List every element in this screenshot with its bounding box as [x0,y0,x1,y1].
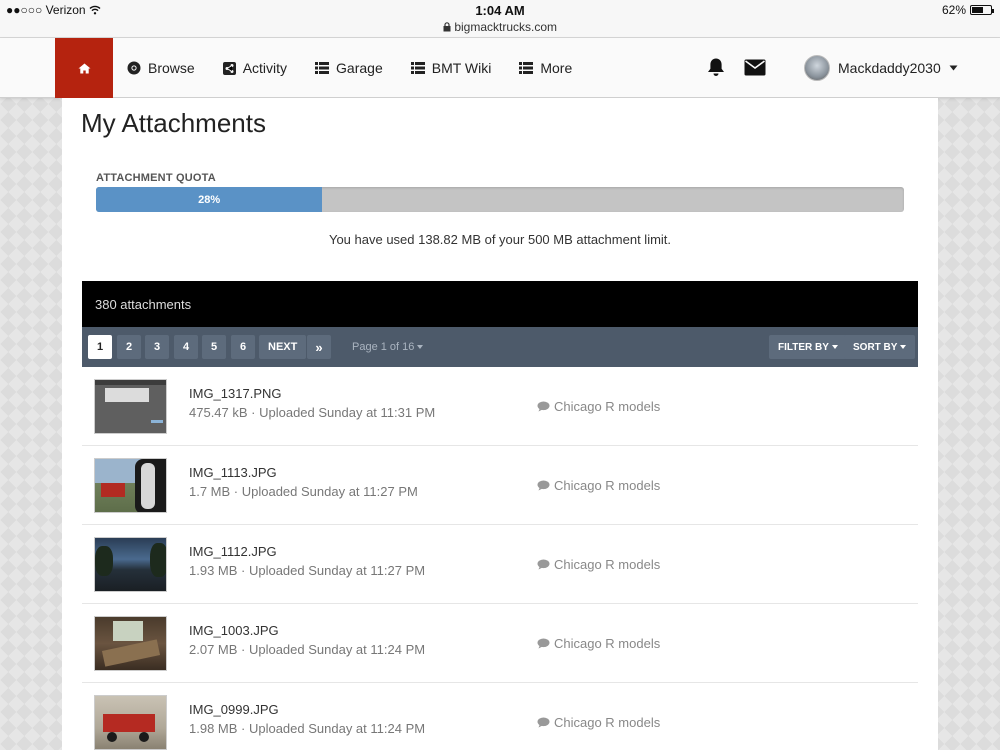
url-bar[interactable]: bigmacktrucks.com [0,20,1000,34]
attachment-filename[interactable]: IMG_1003.JPG [189,623,279,638]
bell-icon [708,58,724,76]
attachment-thumbnail[interactable] [94,537,167,592]
home-icon [78,63,90,73]
chevron-down-icon [949,65,958,71]
attachment-meta: 1.93 MB · Uploaded Sunday at 11:27 PM [189,563,426,578]
clock: 1:04 AM [475,3,525,18]
last-page-button[interactable]: » [307,335,331,359]
quota-percent: 28% [198,193,221,206]
comment-icon [537,401,550,412]
caret-down-icon [417,345,424,350]
attachment-row: IMG_1113.JPG 1.7 MB · Uploaded Sunday at… [82,446,918,525]
battery-icon [970,5,994,15]
sort-by-button[interactable]: SORT BY [844,335,916,359]
attachments-count-header: 380 attachments [82,281,918,327]
quota-label: ATTACHMENT QUOTA [96,172,216,184]
main-nav: Browse Activity Garage BMT Wiki More Mac… [0,38,1000,98]
page-title: My Attachments [81,108,266,138]
page-2-button[interactable]: 2 [117,335,141,359]
list-icon [519,62,534,74]
attachments-list: IMG_1317.PNG 475.47 kB · Uploaded Sunday… [82,367,918,750]
url-text: bigmacktrucks.com [454,20,558,34]
attachment-topic-link[interactable]: Chicago R models [537,715,660,730]
attachment-filename[interactable]: IMG_1112.JPG [189,544,277,559]
nav-bmt-wiki[interactable]: BMT Wiki [410,60,491,76]
comment-icon [537,559,550,570]
page-jump-dropdown[interactable]: Page 1 of 16 [352,341,424,353]
quota-progress-fill: 28% [96,187,323,212]
attachment-topic-link[interactable]: Chicago R models [537,557,660,572]
list-icon [410,62,425,74]
attachment-thumbnail[interactable] [94,458,167,513]
attachment-topic-link[interactable]: Chicago R models [537,636,660,651]
next-page-button[interactable]: NEXT [259,335,307,359]
page-3-button[interactable]: 3 [145,335,169,359]
comment-icon [537,480,550,491]
lock-icon [443,22,451,32]
attachment-row: IMG_1003.JPG 2.07 MB · Uploaded Sunday a… [82,604,918,683]
comment-icon [537,717,550,728]
attachment-meta: 2.07 MB · Uploaded Sunday at 11:24 PM [189,642,426,657]
compass-icon [127,61,141,75]
quota-description: You have used 138.82 MB of your 500 MB a… [328,232,672,247]
attachment-thumbnail[interactable] [94,379,167,434]
page-1-button[interactable]: 1 [88,335,112,359]
nav-garage[interactable]: Garage [315,60,383,76]
nav-activity[interactable]: Activity [222,60,287,76]
nav-more[interactable]: More [519,60,572,76]
attachment-meta: 1.98 MB · Uploaded Sunday at 11:24 PM [189,721,426,736]
attachment-meta: 1.7 MB · Uploaded Sunday at 11:27 PM [189,484,418,499]
attachment-topic-link[interactable]: Chicago R models [537,399,660,414]
attachment-filename[interactable]: IMG_0999.JPG [189,702,279,717]
attachment-row: IMG_1317.PNG 475.47 kB · Uploaded Sunday… [82,367,918,446]
caret-down-icon [831,345,838,349]
page-5-button[interactable]: 5 [202,335,226,359]
filter-by-button[interactable]: FILTER BY [769,335,847,359]
quota-progress-bar: 28% [96,187,904,212]
avatar [804,55,830,81]
attachment-thumbnail[interactable] [94,616,167,671]
attachment-filename[interactable]: IMG_1317.PNG [189,386,282,401]
messages-button[interactable] [744,59,766,81]
comment-icon [537,638,550,649]
attachment-topic-link[interactable]: Chicago R models [537,478,660,493]
attachment-row: IMG_1112.JPG 1.93 MB · Uploaded Sunday a… [82,525,918,604]
envelope-icon [744,59,766,76]
attachment-filename[interactable]: IMG_1113.JPG [189,465,277,480]
attachments-count: 380 attachments [95,297,192,312]
battery-indicator: 62% [942,3,994,17]
attachment-row: IMG_0999.JPG 1.98 MB · Uploaded Sunday a… [82,683,918,750]
notifications-button[interactable] [706,57,726,83]
caret-down-icon [900,345,907,349]
attachment-thumbnail[interactable] [94,695,167,750]
pagination-bar: 1 2 3 4 5 6 NEXT » Page 1 of 16 FILTER B… [82,327,918,367]
share-icon [222,61,236,75]
username: Mackdaddy2030 [838,60,941,76]
status-bar: ●●○○○ Verizon 1:04 AM bigmacktrucks.com … [0,0,1000,38]
attachment-meta: 475.47 kB · Uploaded Sunday at 11:31 PM [189,405,436,420]
home-button[interactable] [55,38,113,98]
page-4-button[interactable]: 4 [174,335,198,359]
page-6-button[interactable]: 6 [231,335,255,359]
list-icon [315,62,330,74]
nav-browse[interactable]: Browse [127,60,195,76]
user-menu[interactable]: Mackdaddy2030 [804,38,958,98]
